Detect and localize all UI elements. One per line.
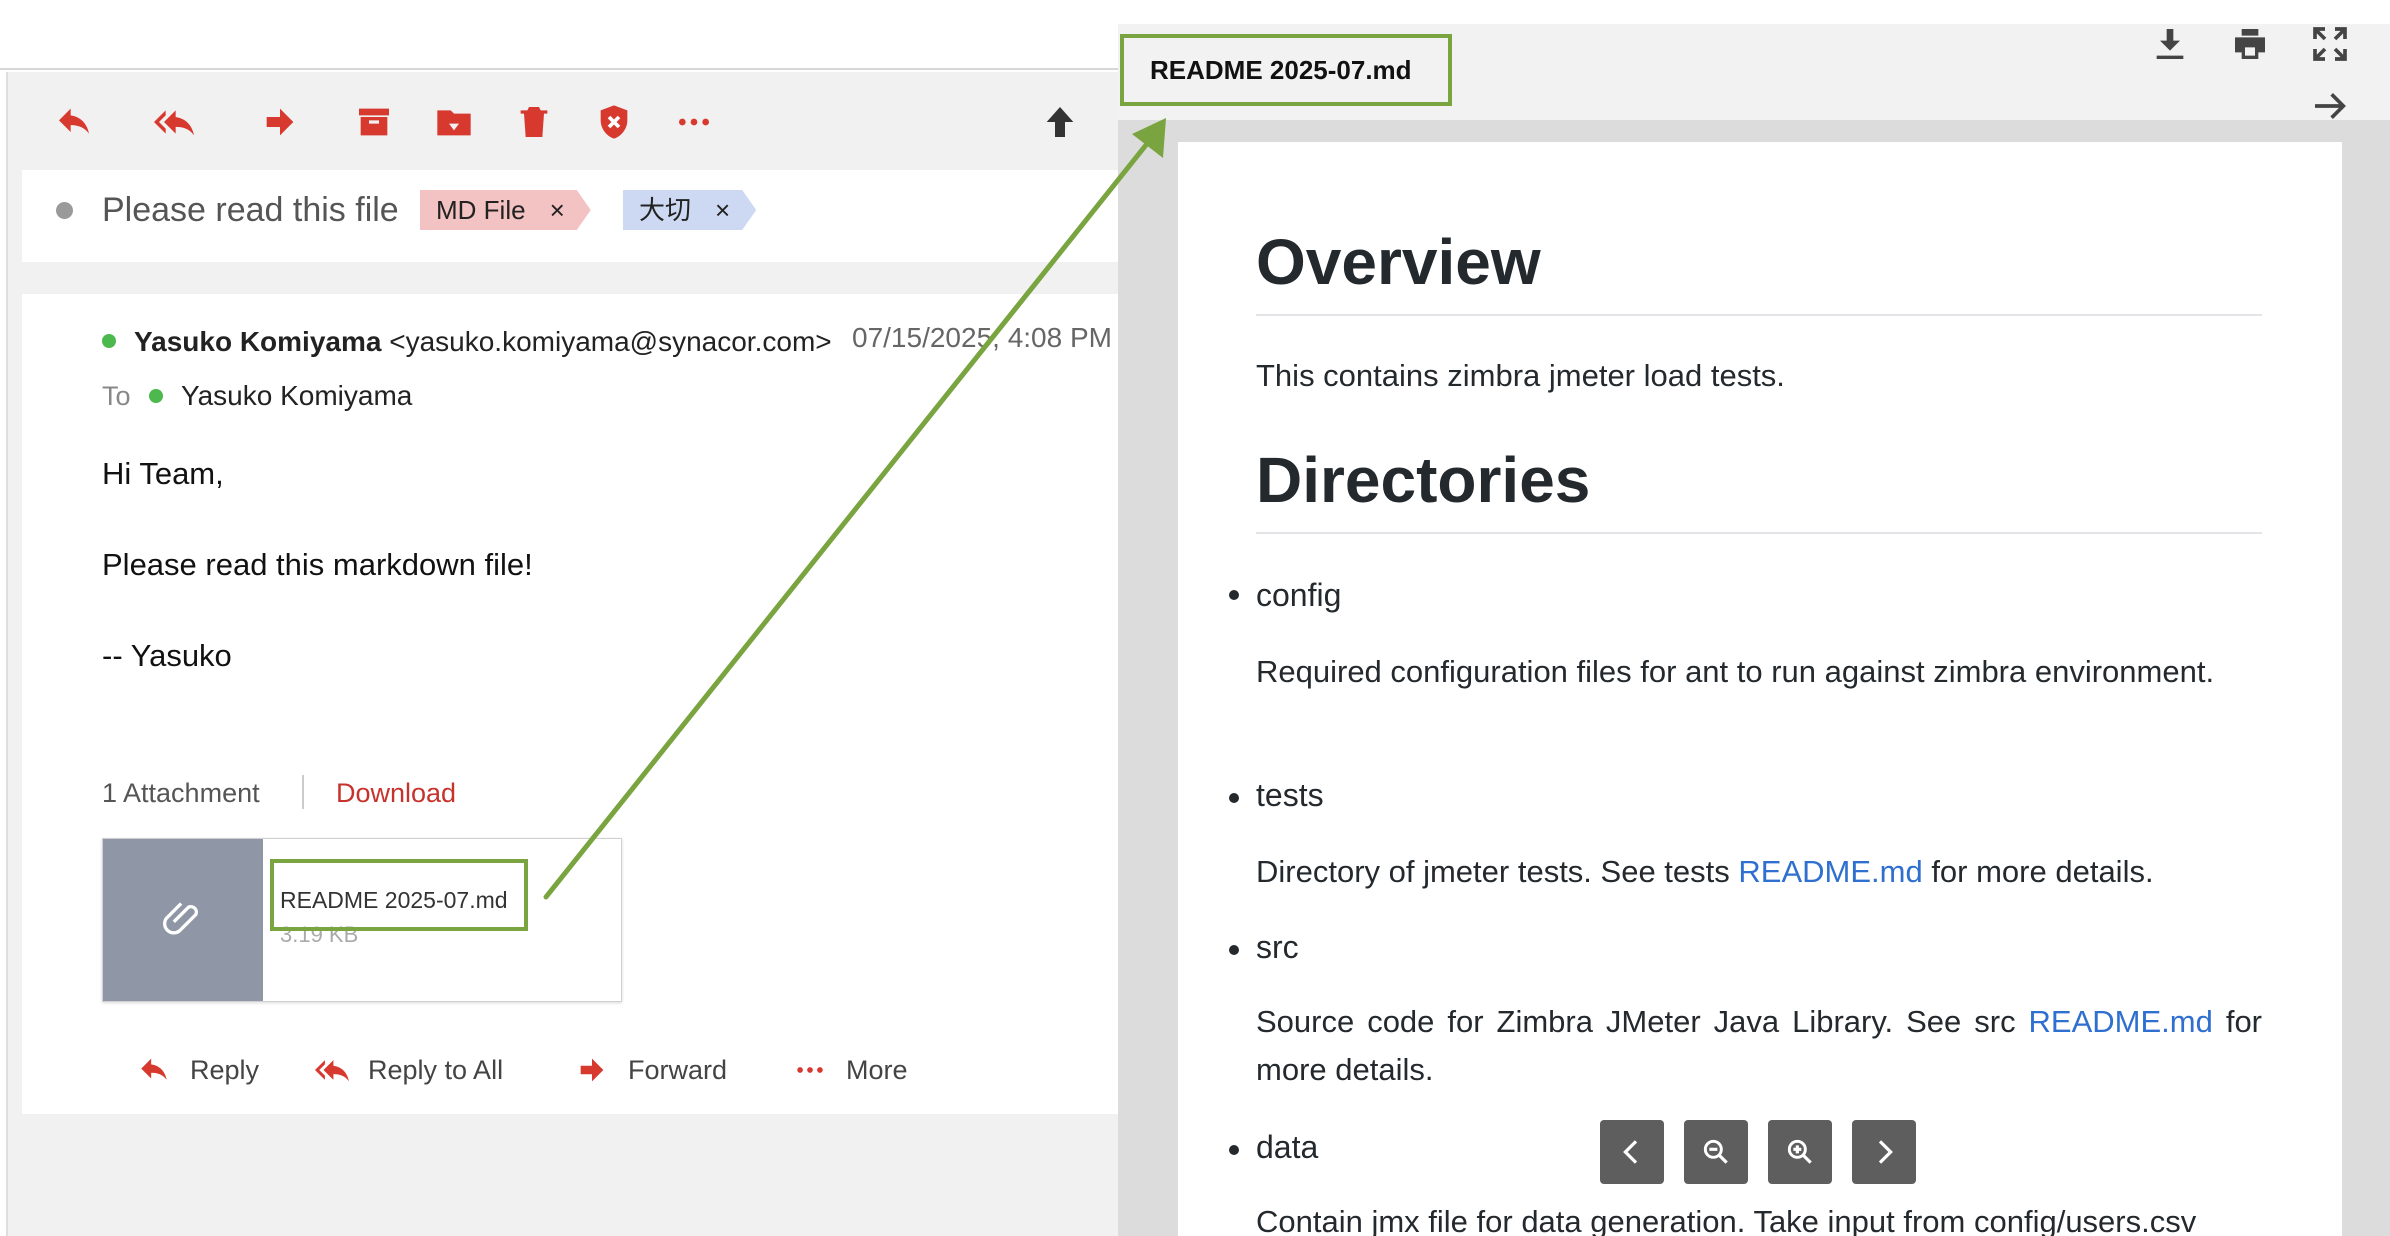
- list-bullet: [1229, 945, 1239, 955]
- readme-link[interactable]: README.md: [2029, 1004, 2213, 1039]
- divider: [302, 775, 304, 809]
- list-item-config: config: [1256, 577, 1342, 613]
- subject-title: Please read this file: [102, 191, 399, 229]
- tag-remove-icon[interactable]: ×: [715, 195, 730, 225]
- desc-text: Source code for Zimbra JMeter Java Libra…: [1256, 1004, 2029, 1039]
- fullscreen-icon[interactable]: [2308, 22, 2352, 66]
- print-icon[interactable]: [2228, 22, 2272, 66]
- tag-md-file[interactable]: MD File ×: [420, 190, 591, 230]
- delete-icon[interactable]: [512, 100, 556, 144]
- move-to-folder-icon[interactable]: [432, 100, 476, 144]
- list-item-desc: Contain jmx file for data generation. Ta…: [1256, 1204, 2197, 1236]
- sender[interactable]: Yasuko Komiyama <yasuko.komiyama@synacor…: [134, 324, 832, 360]
- next-page-button[interactable]: [1852, 1120, 1916, 1184]
- reply-all-icon[interactable]: [152, 100, 196, 144]
- zoom-out-icon: [1703, 1139, 1728, 1164]
- more-icon[interactable]: [672, 100, 716, 144]
- body-line: Hi Team,: [102, 456, 224, 491]
- attachment-thumbnail[interactable]: [103, 839, 263, 1001]
- sender-name: Yasuko Komiyama: [134, 326, 382, 357]
- reply-button[interactable]: Reply: [134, 1050, 259, 1090]
- close-arrow-icon[interactable]: [2308, 84, 2352, 128]
- prev-icon: [1623, 1140, 1638, 1164]
- to-label: To: [102, 381, 131, 411]
- body-line: Please read this markdown file!: [102, 547, 533, 582]
- message-date: 07/15/2025, 4:08 PM: [852, 322, 1112, 353]
- forward-icon[interactable]: [258, 100, 302, 144]
- reply-icon[interactable]: [52, 100, 96, 144]
- forward-button[interactable]: Forward: [572, 1050, 727, 1090]
- zoom-out-button[interactable]: [1684, 1120, 1748, 1184]
- desc-text: Directory of jmeter tests. See tests: [1256, 854, 1739, 889]
- read-status-dot[interactable]: [56, 202, 73, 219]
- doc-heading-overview: Overview: [1256, 222, 2262, 316]
- download-icon[interactable]: [2148, 22, 2192, 66]
- body-line: -- Yasuko: [102, 638, 232, 673]
- zoom-in-button[interactable]: [1768, 1120, 1832, 1184]
- reply-icon: [141, 1058, 167, 1080]
- reply-label: Reply: [190, 1054, 260, 1085]
- archive-icon[interactable]: [352, 100, 396, 144]
- list-item-data: data: [1256, 1129, 1319, 1165]
- list-item-desc: Required configuration files for ant to …: [1256, 654, 2215, 689]
- tag-label: 大切: [639, 195, 692, 225]
- download-link[interactable]: Download: [336, 774, 456, 812]
- spam-icon[interactable]: [592, 100, 636, 144]
- tag-important[interactable]: 大切 ×: [623, 190, 756, 230]
- annotation-highlight-box: [270, 859, 528, 931]
- reply-all-icon: [315, 1060, 349, 1082]
- recipient-name[interactable]: Yasuko Komiyama: [181, 378, 412, 414]
- list-bullet: [1229, 590, 1239, 600]
- reply-all-label: Reply to All: [368, 1054, 504, 1085]
- preview-file-title: README 2025-07.md: [1120, 34, 1452, 106]
- zoom-in-icon: [1787, 1139, 1812, 1164]
- forward-icon: [580, 1058, 604, 1082]
- sender-email: <yasuko.komiyama@synacor.com>: [389, 326, 832, 357]
- next-icon: [1878, 1140, 1893, 1164]
- reply-all-button[interactable]: Reply to All: [312, 1050, 503, 1090]
- readme-link[interactable]: README.md: [1738, 854, 1922, 889]
- tag-remove-icon[interactable]: ×: [550, 195, 565, 225]
- desc-text: for more details.: [1922, 854, 2154, 889]
- more-icon: [797, 1067, 823, 1073]
- more-button[interactable]: More: [790, 1050, 908, 1090]
- doc-heading-directories: Directories: [1256, 440, 2262, 534]
- list-item-desc: Source code for Zimbra JMeter Java Libra…: [1256, 998, 2262, 1094]
- sender-presence-dot: [102, 334, 116, 348]
- recipient-presence-dot: [149, 389, 163, 403]
- more-label: More: [846, 1054, 908, 1085]
- list-item-desc: Directory of jmeter tests. See tests REA…: [1256, 848, 2262, 896]
- list-bullet: [1229, 793, 1239, 803]
- prev-page-button[interactable]: [1600, 1120, 1664, 1184]
- tag-label: MD File: [436, 195, 526, 225]
- up-icon[interactable]: [1038, 100, 1082, 144]
- list-item-tests: tests: [1256, 777, 1324, 813]
- forward-label: Forward: [628, 1054, 728, 1085]
- list-bullet: [1229, 1145, 1239, 1155]
- attachment-count: 1 Attachment: [102, 778, 260, 808]
- top-strip: [0, 0, 1118, 70]
- paperclip-icon: [163, 902, 198, 935]
- list-item-src: src: [1256, 929, 1299, 965]
- doc-paragraph: This contains zimbra jmeter load tests.: [1256, 358, 1785, 393]
